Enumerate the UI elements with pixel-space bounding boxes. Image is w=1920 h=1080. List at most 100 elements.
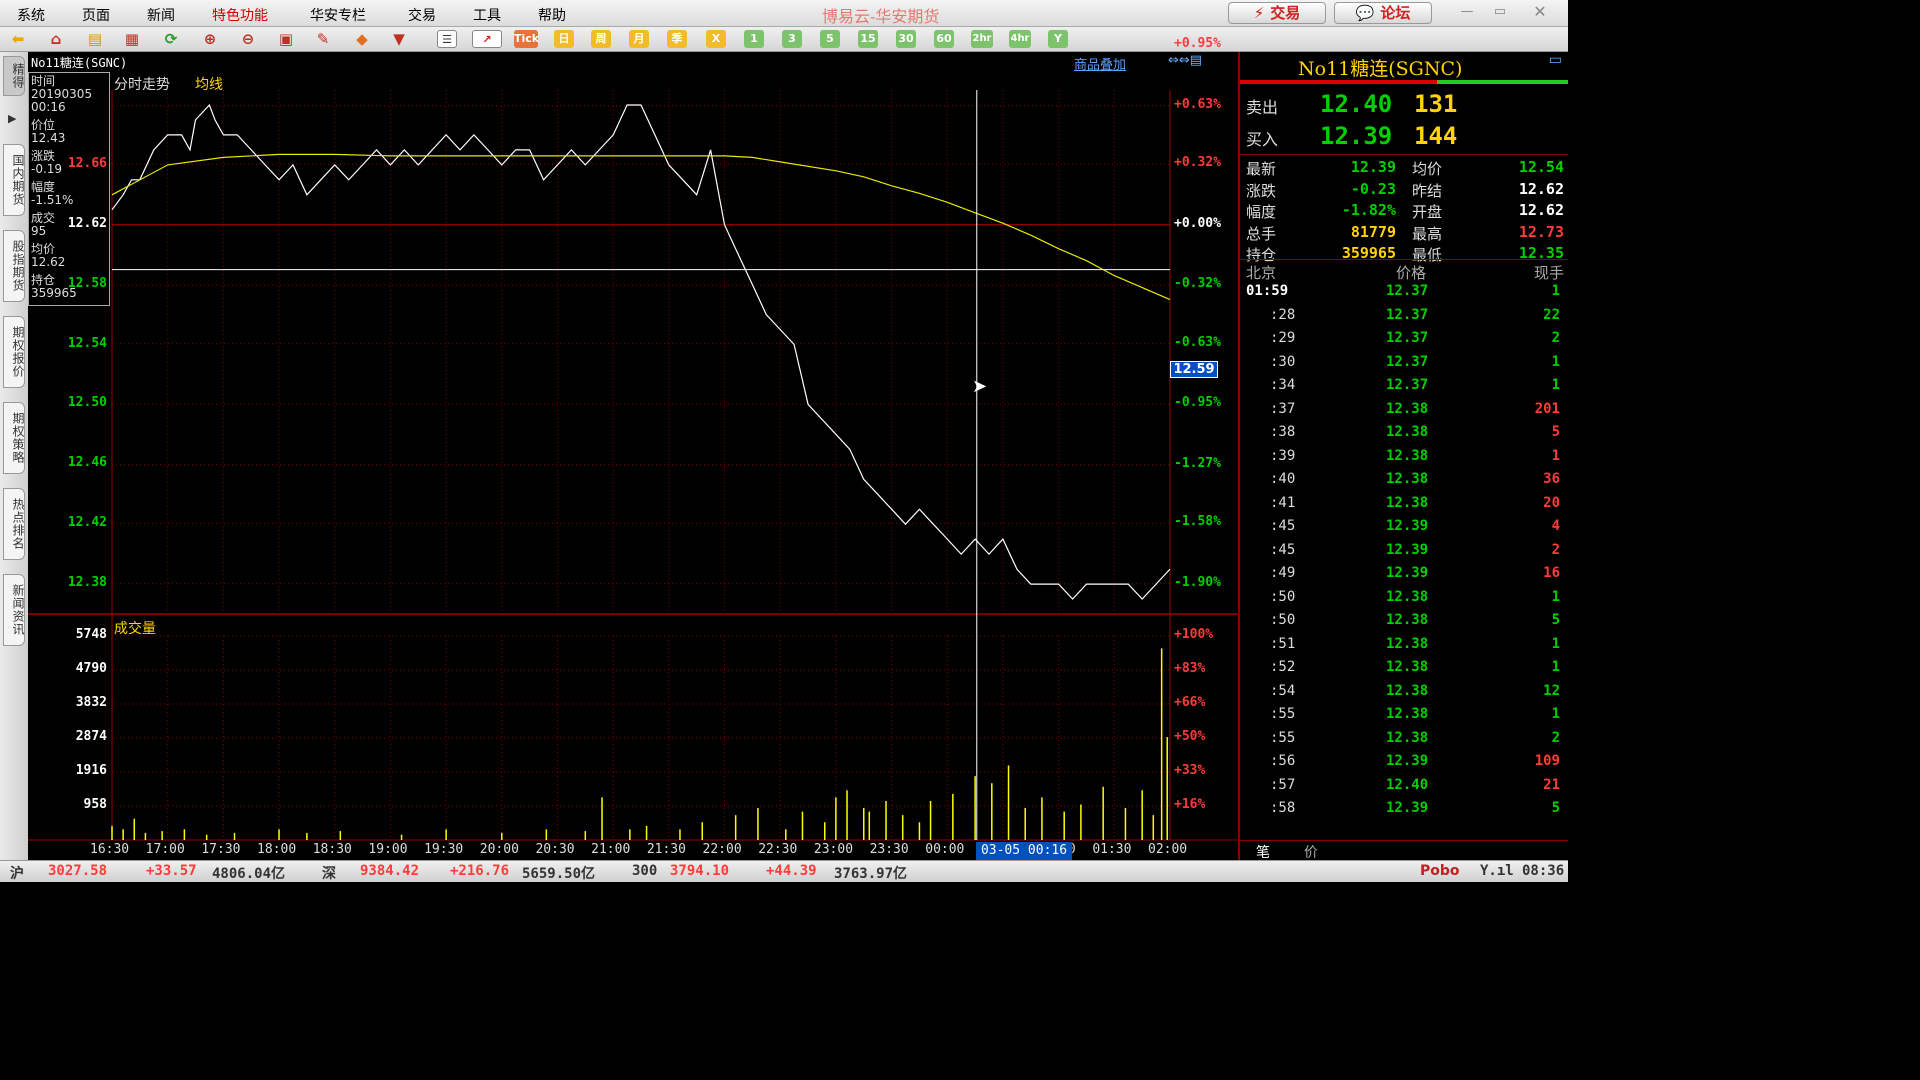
stat-label: 昨结 [1412, 181, 1443, 200]
tab-option-strategy[interactable]: 期权策略 [3, 402, 25, 474]
tab-hot-ranking[interactable]: 热点排名 [3, 488, 25, 560]
book-icon[interactable]: ▤ [85, 30, 105, 48]
tick-list[interactable]: 01:59 12.37 1:28 12.37 22:29 12.37 2:30 12.37 1:… [1240, 283, 1568, 833]
minimize-icon[interactable]: — [1454, 3, 1480, 21]
tick-price: 12.40 [1386, 776, 1429, 793]
tick-row[interactable]: :28 12.37 22 [1240, 307, 1566, 331]
period-quarter-button[interactable]: 季 [667, 30, 687, 48]
back-arrow-icon[interactable]: ⬅ [8, 30, 28, 48]
tick-time: :34 [1270, 377, 1296, 393]
tab-index-futures[interactable]: 股指期货 [3, 230, 25, 302]
ticks-header: 北京 价格 现手 [1246, 262, 1564, 284]
zoom-out-icon[interactable]: ⊖ [238, 30, 258, 48]
menu-news[interactable]: 新闻 [147, 5, 175, 25]
tick-qty: 5 [1551, 424, 1560, 440]
tick-qty: 109 [1534, 753, 1560, 769]
tab-ticks[interactable]: 笔 [1256, 842, 1270, 862]
trade-button[interactable]: ⚡ 交易 [1228, 2, 1326, 24]
zoom-in-icon[interactable]: ⊕ [200, 30, 220, 48]
year-button[interactable]: Y [1048, 30, 1068, 48]
tick-row[interactable]: :55 12.38 1 [1240, 706, 1566, 730]
tick-row[interactable]: 01:59 12.37 1 [1240, 283, 1566, 307]
period-day-button[interactable]: 日 [554, 30, 574, 48]
tick-button[interactable]: Tick [514, 30, 539, 48]
minute-30-button[interactable]: 30 [896, 30, 916, 48]
menu-system[interactable]: 系统 [17, 5, 45, 25]
tick-row[interactable]: :49 12.39 16 [1240, 565, 1566, 589]
menu-trade[interactable]: 交易 [408, 5, 436, 25]
tick-qty: 1 [1551, 283, 1560, 299]
tick-row[interactable]: :45 12.39 2 [1240, 542, 1566, 566]
chart-nav-icons[interactable]: ⇔⇔▤ [1168, 53, 1202, 68]
refresh-icon[interactable]: ⟳ [161, 30, 181, 48]
pencil-icon[interactable]: ✎ [313, 30, 333, 48]
tab-jingde[interactable]: 精得 [3, 56, 25, 96]
tick-row[interactable]: :38 12.38 5 [1240, 424, 1566, 448]
minute-15-button[interactable]: 15 [858, 30, 878, 48]
tick-row[interactable]: :50 12.38 1 [1240, 589, 1566, 613]
window-icon[interactable]: ▣ [276, 30, 296, 48]
tick-row[interactable]: :56 12.39 109 [1240, 753, 1566, 777]
period-week-button[interactable]: 周 [591, 30, 611, 48]
hs300-change: +44.39 [766, 863, 817, 879]
pct-tick-label: -1.58% [1174, 514, 1221, 530]
tick-row[interactable]: :50 12.38 5 [1240, 612, 1566, 636]
pct-tick-label: +0.95% [1174, 36, 1221, 52]
tick-row[interactable]: :51 12.38 1 [1240, 636, 1566, 660]
stat-label: 最新 [1246, 160, 1277, 178]
price-line [111, 103, 1171, 600]
home-icon[interactable]: ⌂ [46, 30, 66, 48]
minute-3-button[interactable]: 3 [782, 30, 802, 48]
tab-price-distribution[interactable]: 价 [1304, 842, 1318, 862]
forum-button[interactable]: 💬 论坛 [1334, 2, 1432, 24]
sz-index-change: +216.76 [450, 863, 510, 879]
menu-help[interactable]: 帮助 [538, 5, 566, 25]
timeshare-chart-icon[interactable]: ↗ [472, 30, 502, 48]
tick-row[interactable]: :45 12.39 4 [1240, 518, 1566, 542]
tick-row[interactable]: :41 12.38 20 [1240, 495, 1566, 519]
chart-canvas[interactable] [28, 52, 1238, 860]
eraser-icon[interactable]: ◆ [352, 30, 372, 48]
tick-row[interactable]: :37 12.38 201 [1240, 401, 1566, 425]
tick-row[interactable]: :29 12.37 2 [1240, 330, 1566, 354]
period-x-button[interactable]: X [706, 30, 726, 48]
filter-icon[interactable]: ▼ [389, 30, 409, 48]
price-tick-label: 12.66 [67, 155, 107, 171]
menu-features[interactable]: 特色功能 [212, 5, 268, 25]
tick-qty: 1 [1551, 447, 1560, 464]
hour-2-button[interactable]: 2hr [971, 30, 993, 48]
menu-page[interactable]: 页面 [82, 5, 110, 25]
table-view-icon[interactable]: ☰ [437, 30, 457, 48]
quote-panel: No11糖连(SGNC) ▭ 卖出 12.40 131 买入 12.39 144… [1238, 52, 1568, 862]
minute-5-button[interactable]: 5 [820, 30, 840, 48]
tab-news[interactable]: 新闻资讯 [3, 574, 25, 646]
tick-row[interactable]: :57 12.40 21 [1240, 777, 1566, 801]
menu-huaan-column[interactable]: 华安专栏 [310, 5, 366, 25]
tick-row[interactable]: :52 12.38 1 [1240, 659, 1566, 683]
intraday-chart[interactable]: No11糖连(SGNC) 商品叠加 ⇔⇔▤ 分时走势 均线 成交量 时间 201… [28, 36, 1238, 860]
calendar-icon[interactable]: ▦ [122, 30, 142, 48]
minute-1-button[interactable]: 1 [744, 30, 764, 48]
tick-row[interactable]: :34 12.37 1 [1240, 377, 1566, 401]
maximize-icon[interactable]: ▭ [1487, 3, 1513, 21]
tab-option-quotes[interactable]: 期权报价 [3, 316, 25, 388]
tab-domestic-futures[interactable]: 国内期货 [3, 144, 25, 216]
tick-row[interactable]: :58 12.39 5 [1240, 800, 1566, 824]
tick-row[interactable]: :39 12.38 1 [1240, 448, 1566, 472]
hour-4-button[interactable]: 4hr [1009, 30, 1031, 48]
tick-row[interactable]: :40 12.38 36 [1240, 471, 1566, 495]
bid-price: 12.39 [1320, 122, 1393, 150]
tick-time: :39 [1270, 447, 1296, 464]
tab-arrow-icon[interactable]: ▶ [8, 112, 16, 125]
menu-tools[interactable]: 工具 [473, 5, 501, 25]
tick-price: 12.38 [1386, 588, 1429, 605]
stat-value: 12.62 [1518, 201, 1564, 219]
period-month-button[interactable]: 月 [629, 30, 649, 48]
minute-60-button[interactable]: 60 [934, 30, 954, 48]
panel-toggle-icon[interactable]: ▭ [1549, 52, 1562, 68]
overlay-commodity-link[interactable]: 商品叠加 [1074, 54, 1126, 73]
tick-row[interactable]: :54 12.38 12 [1240, 683, 1566, 707]
close-icon[interactable]: ✕ [1527, 3, 1553, 21]
tick-row[interactable]: :30 12.37 1 [1240, 354, 1566, 378]
tick-row[interactable]: :55 12.38 2 [1240, 730, 1566, 754]
